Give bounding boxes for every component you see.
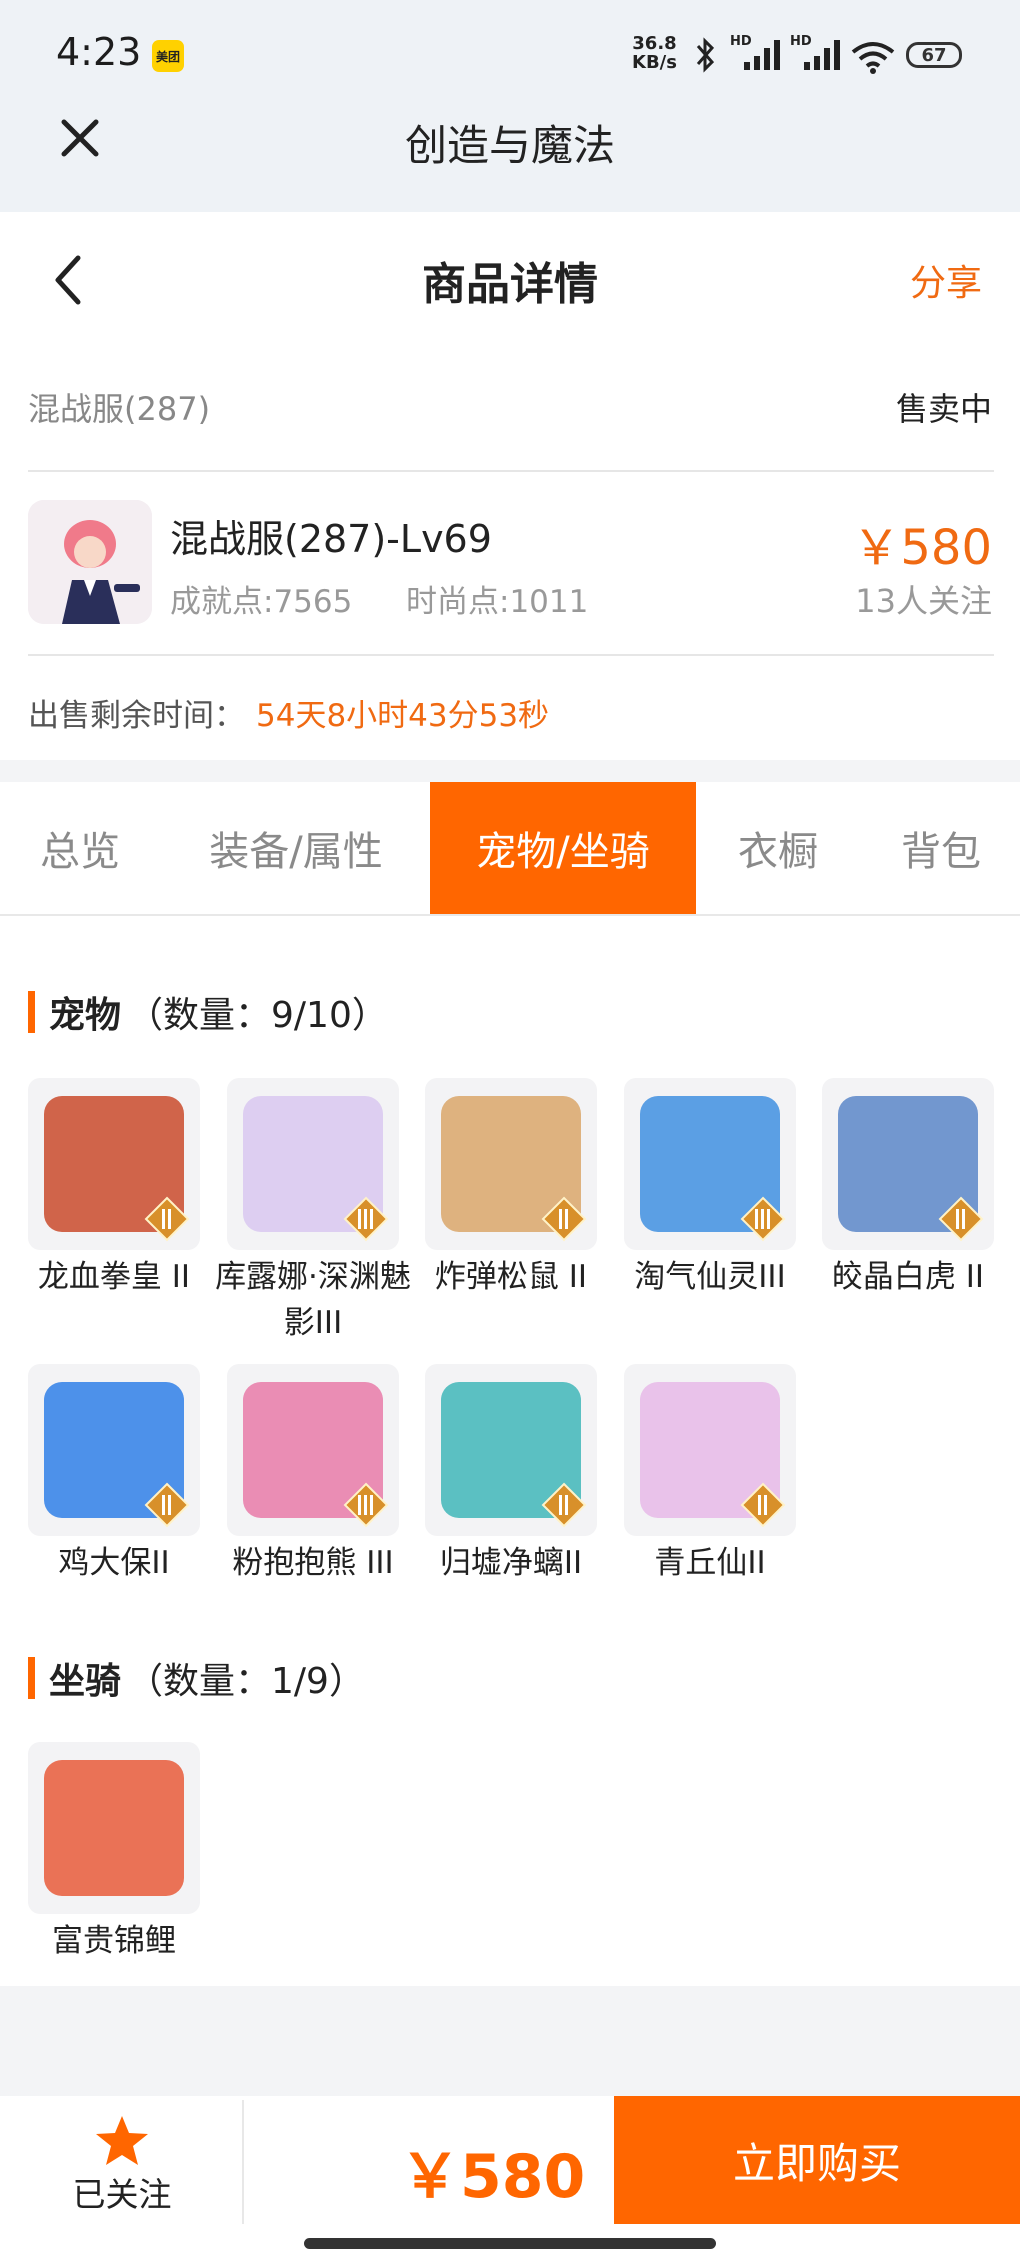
pet-thumbnail[interactable] bbox=[28, 1078, 200, 1250]
tab-overview[interactable]: 总览 bbox=[0, 782, 160, 914]
section-accent-bar bbox=[28, 991, 35, 1033]
page-title: 商品详情 bbox=[422, 259, 598, 310]
buy-now-button[interactable]: 立即购买 bbox=[614, 2096, 1020, 2224]
fashion-points: 时尚点:1011 bbox=[406, 584, 589, 620]
signal-icon-2: HD bbox=[790, 34, 846, 78]
pets-title: 宠物 bbox=[49, 995, 122, 1036]
rank-badge-icon bbox=[740, 1196, 786, 1242]
divider bbox=[242, 2100, 244, 2224]
meituan-app-icon: 美团 bbox=[152, 40, 184, 72]
mounts-count: （数量：1/9） bbox=[127, 1661, 365, 1702]
section-accent-bar bbox=[28, 1657, 35, 1699]
wifi-icon bbox=[851, 42, 895, 74]
pet-thumbnail[interactable] bbox=[28, 1364, 200, 1536]
home-indicator[interactable] bbox=[304, 2238, 716, 2249]
mounts-section-title: 坐骑 （数量：1/9） bbox=[28, 1652, 365, 1704]
pet-name: 归墟净螭II bbox=[439, 1545, 583, 1581]
tab-equipment[interactable]: 装备/属性 bbox=[180, 782, 412, 914]
tab-bar: 总览 装备/属性 宠物/坐骑 衣橱 背包 bbox=[0, 782, 1020, 916]
rank-badge-icon bbox=[541, 1482, 587, 1528]
bottom-price: ￥580 bbox=[400, 2142, 586, 2212]
pet-thumbnail[interactable] bbox=[624, 1364, 796, 1536]
remaining-time-value: 54天8小时43分53秒 bbox=[256, 698, 550, 734]
character-avatar bbox=[28, 500, 152, 624]
rank-badge-icon bbox=[343, 1196, 389, 1242]
status-and-app-header bbox=[0, 0, 1020, 212]
mount-artwork bbox=[44, 1760, 184, 1896]
mounts-title: 坐骑 bbox=[49, 1661, 122, 1702]
pet-name: 淘气仙灵III bbox=[634, 1259, 786, 1295]
pet-name: 炸弹松鼠 II bbox=[434, 1259, 588, 1295]
pet-name: 龙血拳皇 II bbox=[37, 1259, 191, 1295]
mount-thumbnail[interactable] bbox=[28, 1742, 200, 1914]
divider bbox=[28, 470, 994, 472]
server-name: 混战服(287) bbox=[28, 390, 211, 428]
net-speed: 36.8 KB/s bbox=[632, 34, 677, 72]
rank-badge-icon bbox=[740, 1482, 786, 1528]
pet-name: 库露娜·深渊魅影III bbox=[215, 1259, 411, 1341]
achievement-points: 成就点:7565 bbox=[170, 584, 353, 620]
follow-button[interactable]: 已关注 bbox=[62, 2168, 182, 2216]
pet-name: 粉抱抱熊 III bbox=[232, 1545, 394, 1581]
signal-1-label: HD bbox=[730, 34, 752, 49]
mount-name: 富贵锦鲤 bbox=[52, 1923, 176, 1959]
tab-wardrobe[interactable]: 衣橱 bbox=[706, 782, 850, 914]
pet-thumbnail[interactable] bbox=[425, 1364, 597, 1536]
battery-indicator: 67 bbox=[906, 42, 962, 68]
pet-thumbnail[interactable] bbox=[624, 1078, 796, 1250]
app-title: 创造与魔法 bbox=[404, 121, 615, 170]
rank-badge-icon bbox=[938, 1196, 984, 1242]
net-speed-unit: KB/s bbox=[632, 52, 677, 73]
bluetooth-icon bbox=[696, 37, 715, 73]
tab-pets-mounts[interactable]: 宠物/坐骑 bbox=[430, 782, 696, 914]
remaining-time-label: 出售剩余时间： bbox=[28, 698, 245, 734]
star-icon[interactable] bbox=[94, 2114, 150, 2168]
pet-thumbnail[interactable] bbox=[822, 1078, 994, 1250]
signal-2-label: HD bbox=[790, 34, 812, 49]
follower-count: 13人关注 bbox=[855, 582, 992, 620]
pets-count: （数量：9/10） bbox=[127, 995, 388, 1036]
pet-thumbnail[interactable] bbox=[227, 1364, 399, 1536]
net-speed-value: 36.8 bbox=[632, 33, 677, 54]
divider bbox=[28, 654, 994, 656]
rank-badge-icon bbox=[541, 1196, 587, 1242]
pets-section-title: 宠物 （数量：9/10） bbox=[28, 986, 388, 1038]
signal-icon-1: HD bbox=[730, 34, 786, 78]
item-title: 混战服(287)-Lv69 bbox=[170, 517, 492, 561]
share-button[interactable]: 分享 bbox=[910, 254, 982, 306]
pet-thumbnail[interactable] bbox=[227, 1078, 399, 1250]
tab-backpack[interactable]: 背包 bbox=[866, 782, 1016, 914]
pet-thumbnail[interactable] bbox=[425, 1078, 597, 1250]
rank-badge-icon bbox=[343, 1482, 389, 1528]
pet-name: 皎晶白虎 II bbox=[831, 1259, 985, 1295]
sale-status: 售卖中 bbox=[895, 390, 992, 428]
status-time: 4:23 bbox=[56, 30, 142, 74]
pet-name: 青丘仙II bbox=[654, 1545, 766, 1581]
rank-badge-icon bbox=[144, 1482, 190, 1528]
rank-badge-icon bbox=[144, 1196, 190, 1242]
pet-name: 鸡大保II bbox=[58, 1545, 170, 1581]
listing-price: ￥580 bbox=[852, 520, 992, 576]
